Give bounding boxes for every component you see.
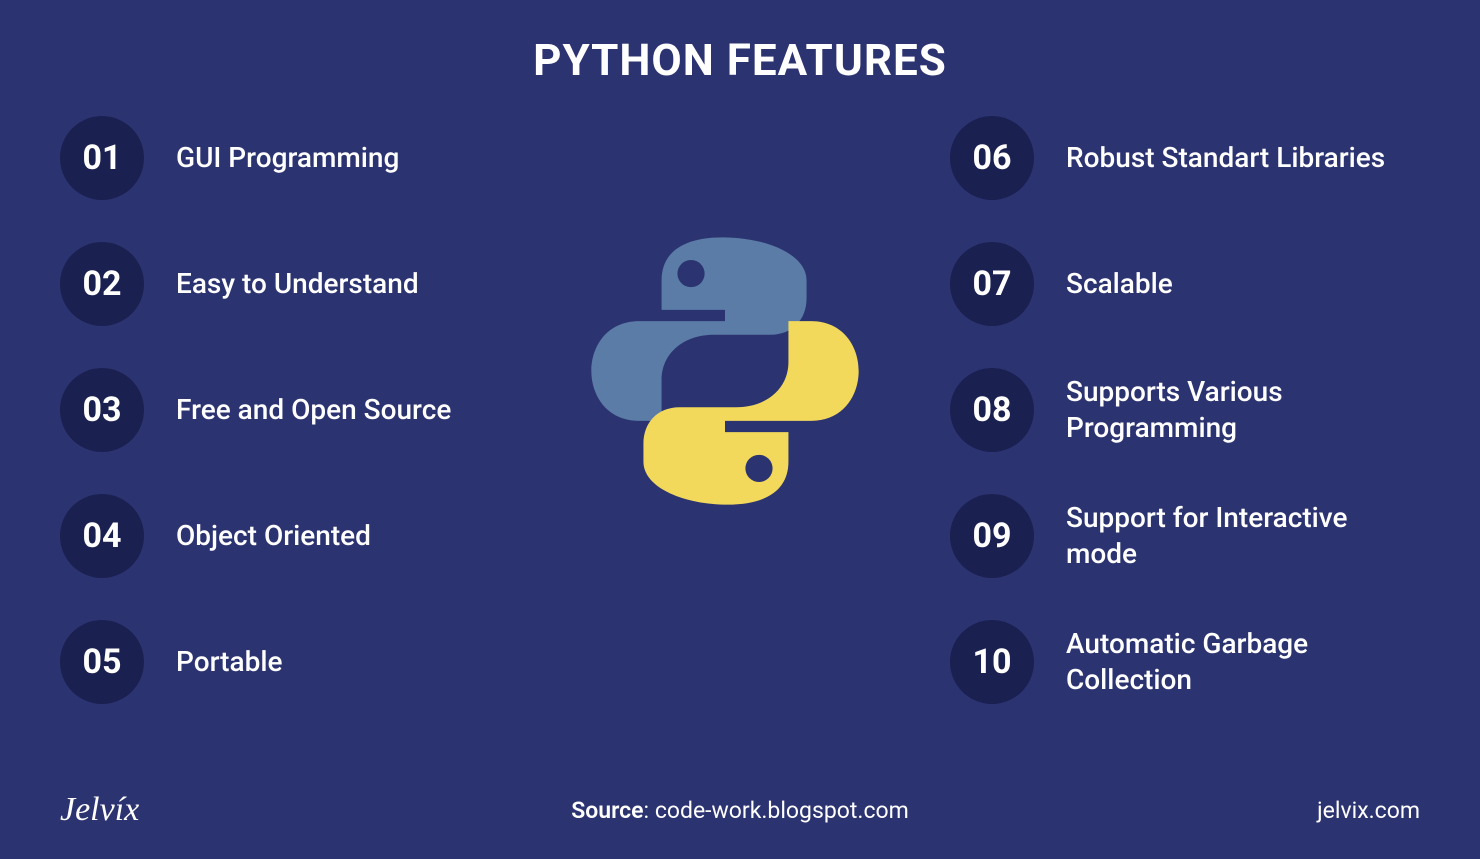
feature-number: 05 [60,620,144,704]
footer: Jelvíx Source: code-work.blogspot.com je… [0,791,1480,829]
feature-item: 01 GUI Programming [60,116,500,200]
feature-label: Object Oriented [176,518,371,554]
page-title: PYTHON FEATURES [0,0,1480,116]
source-label: Source [571,797,643,824]
feature-number: 07 [950,242,1034,326]
feature-number: 08 [950,368,1034,452]
feature-number: 02 [60,242,144,326]
feature-label: Scalable [1066,266,1173,302]
feature-label: Automatic Garbage Collection [1066,626,1420,699]
feature-item: 02 Easy to Understand [60,242,500,326]
feature-label: Portable [176,644,282,680]
right-column: 06 Robust Standart Libraries 07 Scalable… [950,116,1420,704]
feature-item: 10 Automatic Garbage Collection [950,620,1420,704]
python-logo-icon [580,226,870,516]
content-grid: 01 GUI Programming 02 Easy to Understand… [0,116,1480,704]
feature-item: 07 Scalable [950,242,1420,326]
brand-logo: Jelvíx [60,791,139,829]
feature-label: Free and Open Source [176,392,451,428]
feature-item: 04 Object Oriented [60,494,500,578]
feature-number: 01 [60,116,144,200]
feature-item: 08 Supports Various Programming [950,368,1420,452]
feature-number: 09 [950,494,1034,578]
feature-item: 03 Free and Open Source [60,368,500,452]
source-attribution: Source: code-work.blogspot.com [571,797,909,824]
feature-label: Easy to Understand [176,266,419,302]
feature-item: 05 Portable [60,620,500,704]
feature-label: GUI Programming [176,140,399,176]
feature-number: 03 [60,368,144,452]
source-value: : code-work.blogspot.com [644,797,909,824]
feature-number: 06 [950,116,1034,200]
left-column: 01 GUI Programming 02 Easy to Understand… [60,116,500,704]
feature-number: 10 [950,620,1034,704]
site-url: jelvix.com [1317,797,1420,824]
feature-item: 06 Robust Standart Libraries [950,116,1420,200]
feature-label: Robust Standart Libraries [1066,140,1385,176]
feature-number: 04 [60,494,144,578]
feature-label: Support for Interactive mode [1066,500,1420,573]
feature-item: 09 Support for Interactive mode [950,494,1420,578]
feature-label: Supports Various Programming [1066,374,1420,447]
